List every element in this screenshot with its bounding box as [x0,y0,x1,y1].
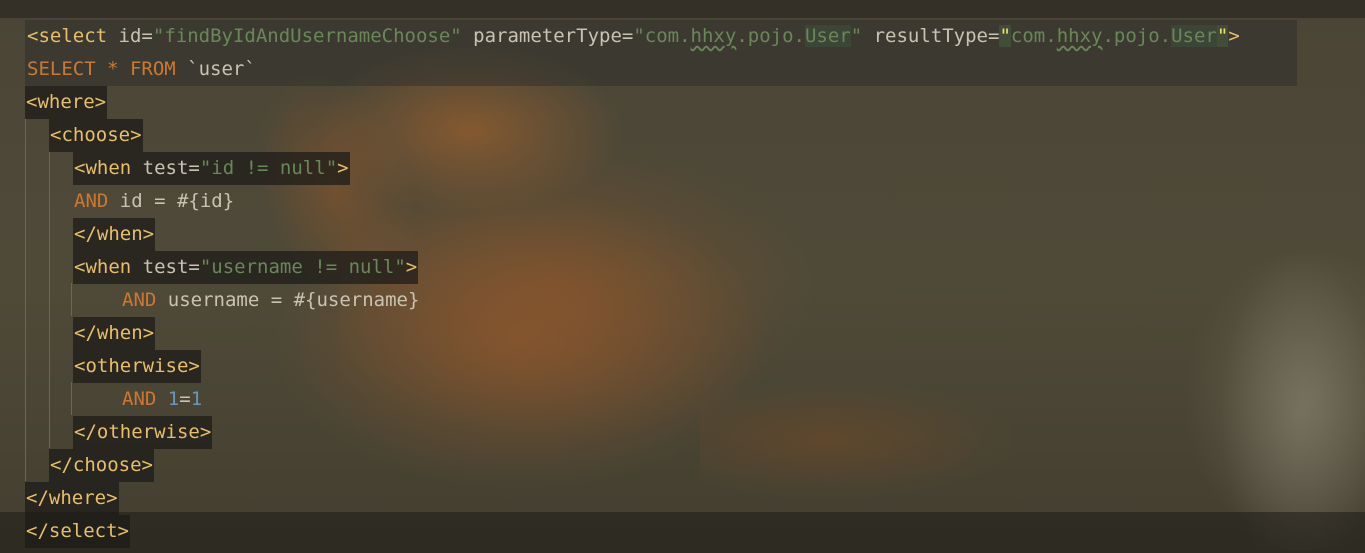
code-line-15[interactable]: </where> [0,482,1365,515]
code-token: <choose> [50,124,142,146]
code-token: AND [122,289,157,311]
code-token: com. [1010,25,1057,47]
code-token: <when [74,256,132,278]
line-text: AND id = #{id} [73,185,235,218]
code-token: = [188,256,200,278]
code-line-7[interactable]: </when> [0,218,1365,251]
code-token: " [850,25,863,47]
code-token: AND [122,388,157,410]
code-token: AND [74,190,109,212]
code-token: 1 [190,388,203,410]
code-line-9[interactable]: AND username = #{username} [0,284,1365,317]
code-token: = [188,157,200,179]
line-text: <when test="id != null"> [73,152,350,185]
code-token: </where> [26,487,118,509]
code-lines[interactable]: <select id="findByIdAndUsernameChoose" p… [0,20,1365,548]
code-editor[interactable]: <select id="findByIdAndUsernameChoose" p… [0,0,1365,553]
code-token: </otherwise> [74,421,212,443]
line-text: <choose> [49,119,143,152]
line-text: </otherwise> [73,416,213,449]
code-token: .pojo. [736,25,805,47]
code-token: < [27,25,39,47]
code-token: " [999,25,1011,47]
code-token: > [405,256,418,278]
code-token: id [107,25,142,47]
code-token: hhxy [690,25,737,47]
code-token: > [337,157,349,179]
code-token: "findByIdAndUsernameChoose" [152,25,462,47]
code-token: <when [74,157,132,179]
code-token: = [988,25,1000,47]
code-token: 1 [167,388,180,410]
code-token: User [804,25,851,47]
code-line-8[interactable]: <when test="username != null"> [0,251,1365,284]
code-token: User [1171,25,1217,47]
code-line-13[interactable]: </otherwise> [0,416,1365,449]
code-token: resultType [862,25,989,47]
code-token: id = #{id} [108,190,235,212]
line-text: <where> [25,86,108,119]
code-token: hhxy [1056,25,1103,47]
code-token: = [179,388,191,410]
code-line-11[interactable]: <otherwise> [0,350,1365,383]
line-text: </when> [73,317,156,350]
code-line-4[interactable]: <choose> [0,119,1365,152]
line-text: AND 1=1 [121,383,203,416]
code-token: > [1228,25,1240,47]
code-token: </when> [74,223,155,245]
line-text: <otherwise> [73,350,201,383]
code-token: "id != null" [199,157,338,179]
code-line-5[interactable]: <when test="id != null"> [0,152,1365,185]
code-token: test [131,256,189,278]
code-line-1[interactable]: <select id="findByIdAndUsernameChoose" p… [0,20,1365,53]
code-token: </choose> [50,454,153,476]
code-line-6[interactable]: AND id = #{id} [0,185,1365,218]
code-token: "com. [633,25,691,47]
line-text: </when> [73,218,156,251]
code-line-2[interactable]: SELECT * FROM `user` [0,53,1365,86]
code-token: " [1216,25,1229,47]
code-token: = [141,25,153,47]
line-text: <select id="findByIdAndUsernameChoose" p… [26,20,1241,53]
code-line-16[interactable]: </select> [0,515,1365,548]
code-token: * [95,58,130,80]
code-token: `user` [175,58,256,80]
code-token: select [38,25,108,47]
wallpaper-top-band [0,0,1365,18]
line-text: AND username = #{username} [121,284,420,317]
line-text: SELECT * FROM `user` [26,53,257,86]
code-token: <otherwise> [74,355,200,377]
code-line-12[interactable]: AND 1=1 [0,383,1365,416]
line-text: </choose> [49,449,154,482]
code-line-14[interactable]: </choose> [0,449,1365,482]
code-token: test [131,157,189,179]
code-token: parameterType [461,25,622,47]
line-text: </where> [25,482,119,515]
code-token: SELECT [27,58,96,80]
code-token: .pojo. [1102,25,1172,47]
code-line-10[interactable]: </when> [0,317,1365,350]
code-token: </when> [74,322,155,344]
code-token: = [621,25,634,47]
line-text: <when test="username != null"> [73,251,419,284]
code-line-3[interactable]: <where> [0,86,1365,119]
code-token: FROM [129,58,176,80]
code-token: <where> [26,91,107,113]
code-token: "username != null" [199,256,406,278]
line-text: </select> [25,515,130,548]
code-token: </select> [26,520,129,542]
code-token: username = #{username} [156,289,420,311]
